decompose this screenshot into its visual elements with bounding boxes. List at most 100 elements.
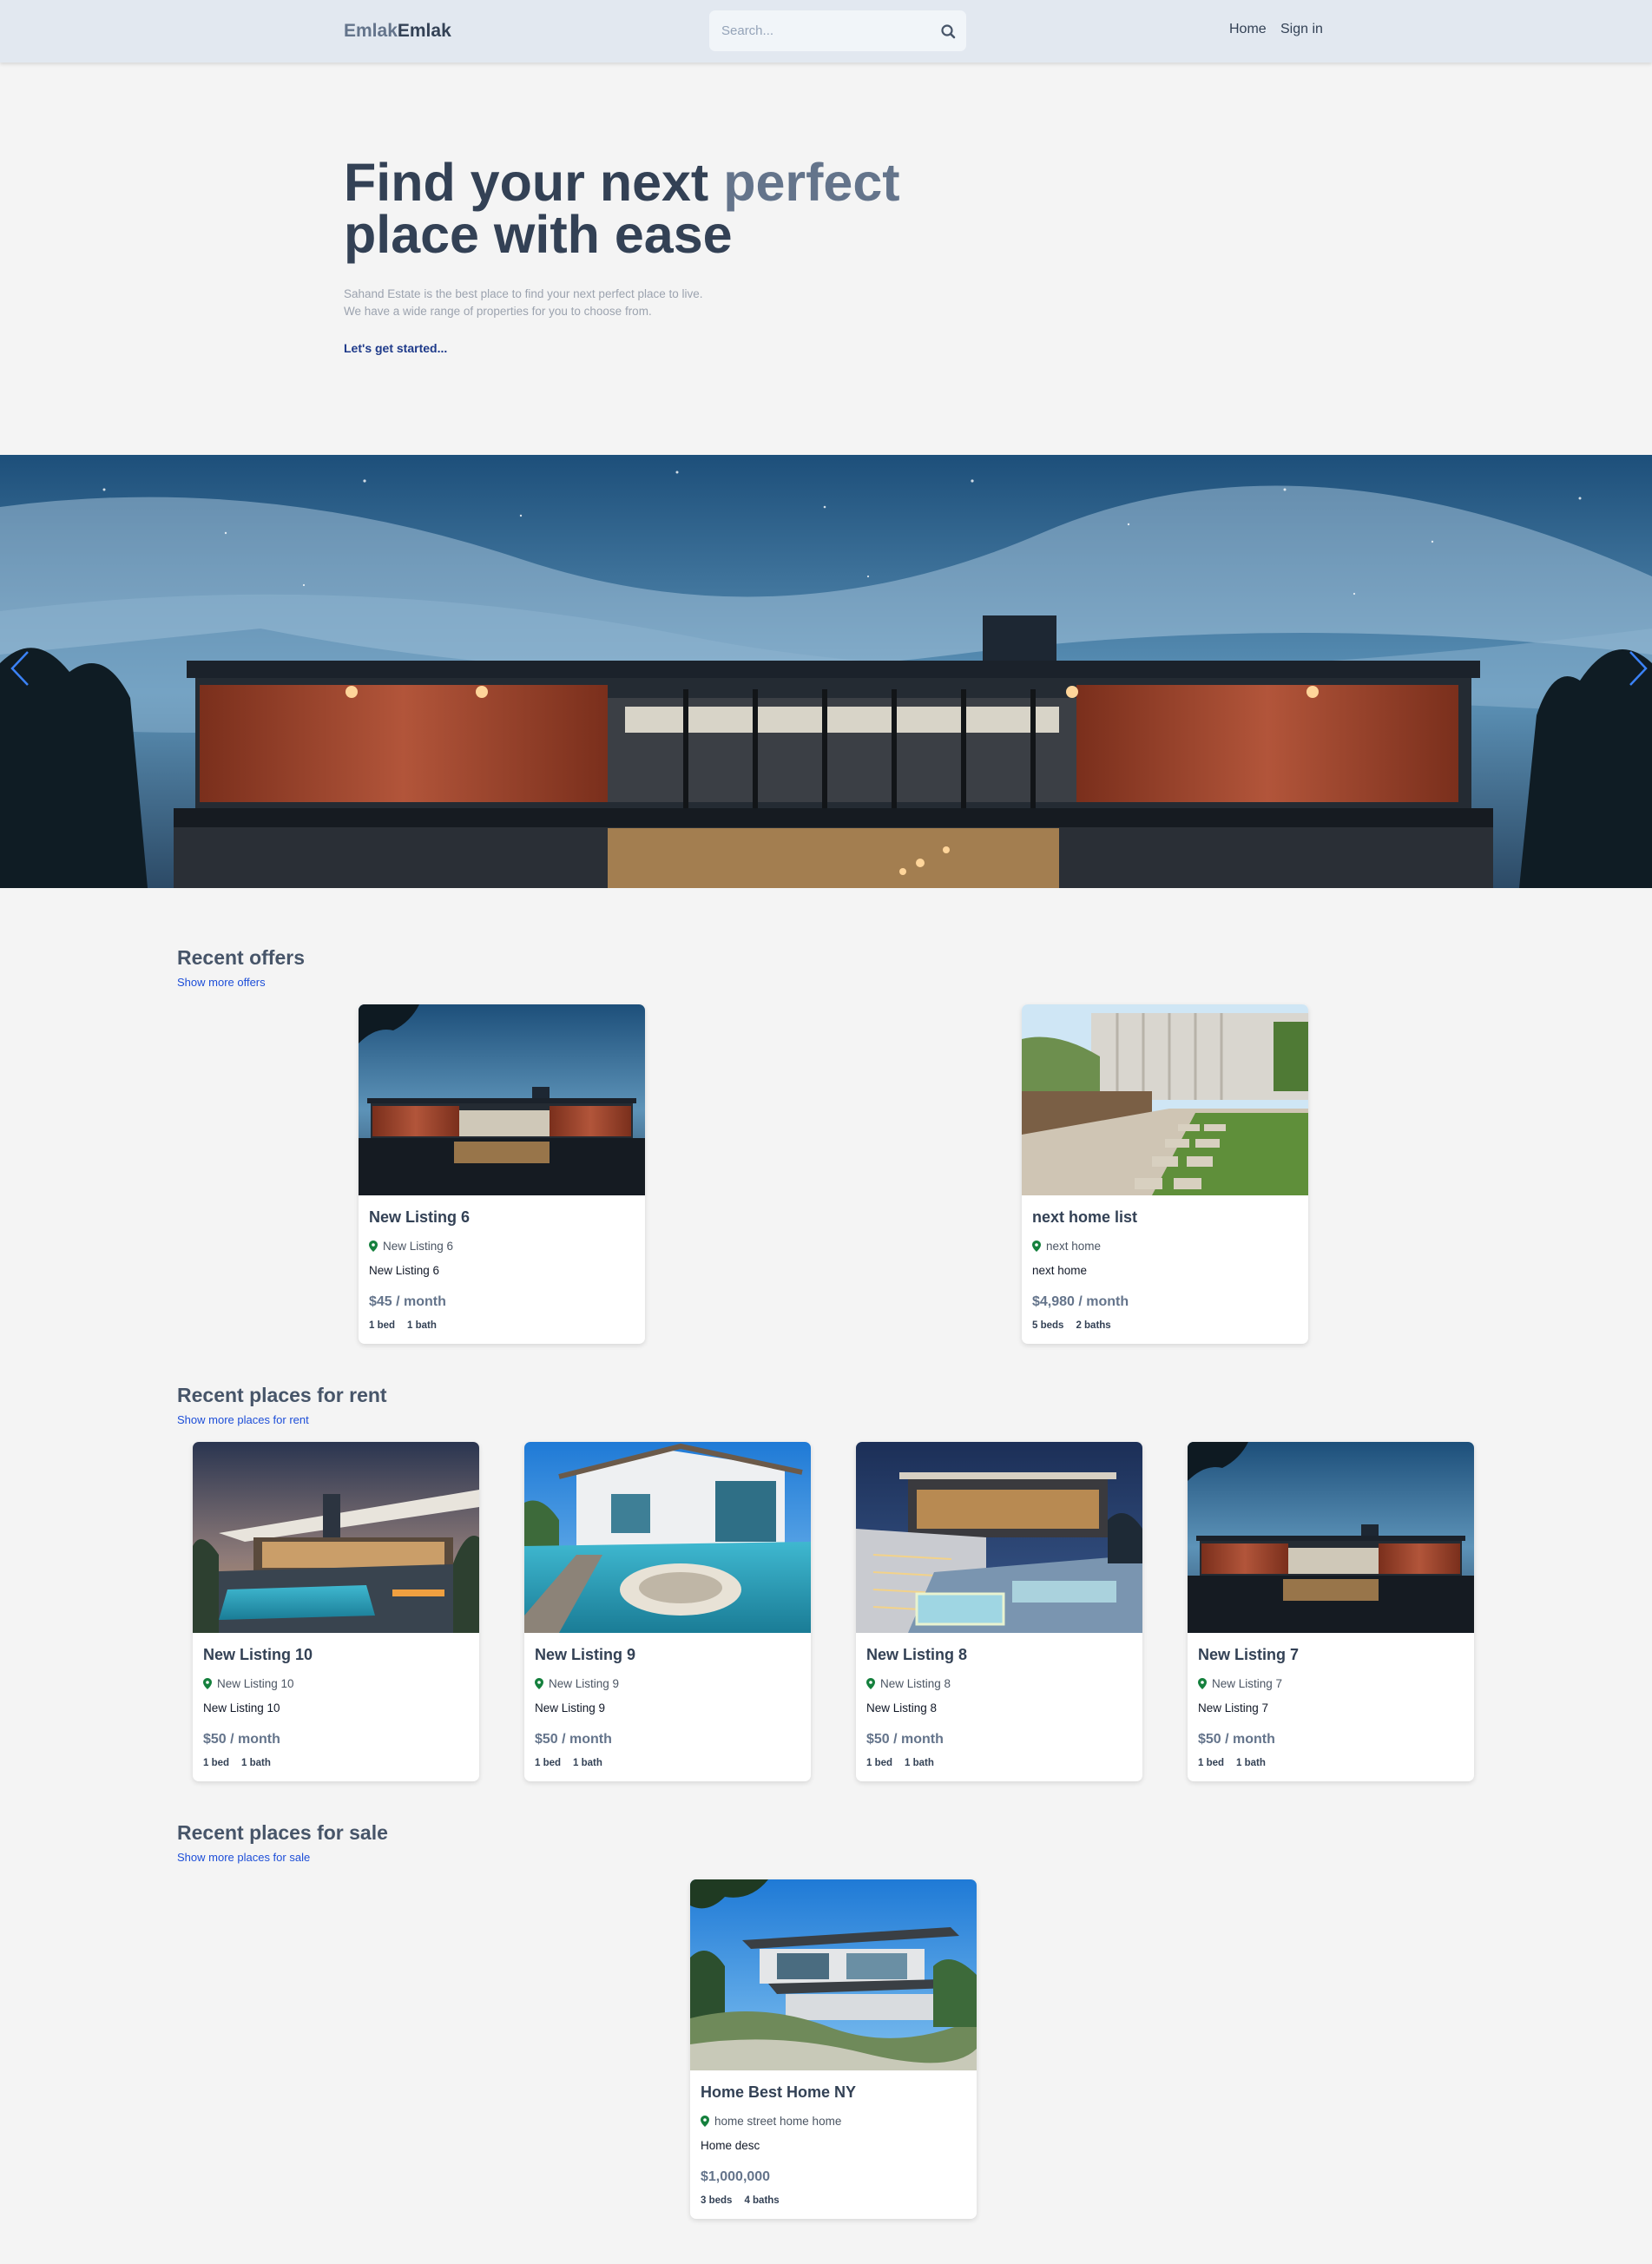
listing-beds: 1 bed (369, 1320, 396, 1331)
listing-title: New Listing 10 (203, 1646, 313, 1663)
listing-baths: 1 bath (573, 1758, 602, 1768)
hero-subtitle-line1: Sahand Estate is the best place to find … (344, 287, 703, 300)
listing-baths: 4 baths (744, 2195, 780, 2206)
listing-title: New Listing 8 (866, 1646, 968, 1663)
listing-location-text: New Listing 10 (217, 1677, 294, 1690)
listing-location-text: next home (1046, 1240, 1102, 1253)
listing-image (856, 1442, 1142, 1633)
magnifier-icon (941, 24, 956, 39)
listing-image (524, 1442, 811, 1633)
listing-beds: 1 bed (203, 1758, 230, 1768)
show-more-sale-link[interactable]: Show more places for sale (177, 1851, 310, 1864)
listing-image (1022, 1004, 1308, 1195)
listing-image (193, 1442, 479, 1633)
listing-location-text: New Listing 6 (383, 1240, 454, 1253)
listing-location: home street home home (701, 2115, 841, 2128)
sale-section-title: Recent places for sale (177, 1821, 388, 1844)
nav-home-link[interactable]: Home (1229, 22, 1267, 37)
listing-beds: 1 bed (866, 1758, 893, 1768)
slide-image (0, 455, 1652, 888)
listing-description: New Listing 8 (866, 1701, 938, 1714)
listing-image (359, 1004, 645, 1195)
listing-card[interactable]: New Listing 10 New Listing 10 New Listin… (193, 1442, 479, 1781)
offers-section-title: Recent offers (177, 946, 305, 969)
listing-description: next home (1032, 1264, 1088, 1277)
listing-beds: 1 bed (535, 1758, 562, 1768)
listing-price: $50 / month (866, 1732, 944, 1747)
listing-description: New Listing 10 (203, 1701, 280, 1714)
hero-subtitle-line2: We have a wide range of properties for y… (344, 305, 652, 318)
hero-slider[interactable] (0, 455, 1652, 888)
top-header: EmlakEmlak Home Sign in (0, 0, 1652, 63)
hero-title-part2: place with ease (344, 205, 733, 264)
listing-beds: 5 beds (1032, 1320, 1064, 1331)
search-input[interactable] (721, 20, 921, 41)
listing-title: Home Best Home NY (701, 2083, 857, 2101)
listing-baths: 2 baths (1076, 1320, 1111, 1331)
listing-meta: 1 bed 1 bath (1198, 1758, 1266, 1768)
listing-baths: 1 bath (241, 1758, 271, 1768)
listing-image (690, 1879, 977, 2070)
listing-description: New Listing 9 (535, 1701, 606, 1714)
listing-title: New Listing 7 (1198, 1646, 1300, 1663)
location-pin-icon (1032, 1241, 1041, 1252)
listing-title: New Listing 6 (369, 1208, 471, 1226)
nav-signin-link[interactable]: Sign in (1280, 22, 1323, 37)
listing-meta: 1 bed 1 bath (535, 1758, 602, 1768)
listing-price: $45 / month (369, 1294, 446, 1309)
listing-price: $50 / month (1198, 1732, 1275, 1747)
listing-meta: 1 bed 1 bath (369, 1320, 437, 1331)
listing-baths: 1 bath (905, 1758, 934, 1768)
listing-baths: 1 bath (1236, 1758, 1266, 1768)
location-pin-icon (369, 1241, 378, 1252)
listing-card[interactable]: next home list next home next home $4,98… (1022, 1004, 1308, 1344)
location-pin-icon (866, 1678, 875, 1689)
listing-card[interactable]: New Listing 6 New Listing 6 New Listing … (359, 1004, 645, 1344)
site-logo[interactable]: EmlakEmlak (344, 21, 451, 42)
location-pin-icon (701, 2116, 709, 2127)
get-started-link[interactable]: Let's get started... (344, 341, 447, 355)
hero-subtitle: Sahand Estate is the best place to find … (344, 286, 703, 320)
search-bar (709, 10, 966, 51)
search-button[interactable] (937, 20, 959, 43)
listing-location: next home (1032, 1240, 1101, 1253)
listing-title: next home list (1032, 1208, 1138, 1226)
listing-card[interactable]: New Listing 9 New Listing 9 New Listing … (524, 1442, 811, 1781)
location-pin-icon (203, 1678, 212, 1689)
listing-location-text: New Listing 8 (880, 1677, 951, 1690)
hero-title-part1: Find your next (344, 153, 724, 212)
listing-card[interactable]: Home Best Home NY home street home home … (690, 1879, 977, 2219)
listing-beds: 1 bed (1198, 1758, 1225, 1768)
listing-title: New Listing 9 (535, 1646, 636, 1663)
show-more-offers-link[interactable]: Show more offers (177, 976, 266, 989)
listing-price: $4,980 / month (1032, 1294, 1129, 1309)
listing-description: Home desc (701, 2139, 760, 2152)
location-pin-icon (535, 1678, 543, 1689)
listing-beds: 3 beds (701, 2195, 733, 2206)
logo-part1: Emlak (344, 21, 398, 41)
listing-meta: 1 bed 1 bath (866, 1758, 934, 1768)
listing-price: $50 / month (203, 1732, 280, 1747)
listing-card[interactable]: New Listing 7 New Listing 7 New Listing … (1188, 1442, 1474, 1781)
listing-price: $50 / month (535, 1732, 612, 1747)
logo-part2: Emlak (397, 21, 451, 41)
listing-meta: 3 beds 4 baths (701, 2195, 780, 2206)
listing-location: New Listing 8 (866, 1677, 951, 1690)
rent-section-title: Recent places for rent (177, 1384, 387, 1406)
listing-meta: 5 beds 2 baths (1032, 1320, 1111, 1331)
listing-baths: 1 bath (407, 1320, 437, 1331)
hero-title-accent: perfect (723, 153, 900, 212)
slider-prev-arrow[interactable] (7, 647, 33, 690)
show-more-rent-link[interactable]: Show more places for rent (177, 1413, 309, 1426)
listing-location: New Listing 9 (535, 1677, 619, 1690)
listing-card[interactable]: New Listing 8 New Listing 8 New Listing … (856, 1442, 1142, 1781)
location-pin-icon (1198, 1678, 1207, 1689)
listing-location-text: home street home home (714, 2115, 842, 2128)
listing-meta: 1 bed 1 bath (203, 1758, 271, 1768)
listing-location: New Listing 10 (203, 1677, 294, 1690)
slider-next-arrow[interactable] (1625, 647, 1651, 690)
listing-location-text: New Listing 9 (549, 1677, 620, 1690)
listing-description: New Listing 7 (1198, 1701, 1269, 1714)
listing-description: New Listing 6 (369, 1264, 440, 1277)
hero-title: Find your next perfect place with ease (344, 153, 1125, 261)
